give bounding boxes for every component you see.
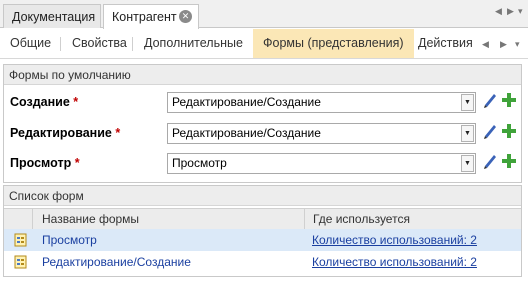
view-form-value: Просмотр [172,156,227,170]
create-form-select[interactable]: Редактирование/Создание ▼ [167,92,476,113]
table-row[interactable]: Редактирование/Создание Количество испол… [4,251,521,273]
tab-divider [60,37,61,51]
pencil-icon[interactable] [482,122,498,140]
table-row[interactable]: Просмотр Количество использований: 2 [4,229,521,251]
tab-list-icon[interactable]: ▾ [518,6,523,17]
usage-count-link[interactable]: Количество использований: 2 [312,251,477,273]
edit-form-select[interactable]: Редактирование/Создание ▼ [167,123,476,144]
scroll-left-icon[interactable]: ◀ [482,39,489,50]
view-label-text: Просмотр [10,156,72,170]
form-document-icon [14,233,27,247]
plus-icon[interactable] [501,123,517,139]
tab-counterparty-label: Контрагент [112,10,177,24]
edit-form-value: Редактирование/Создание [172,126,321,140]
tab-documentation-label: Документация [12,10,96,24]
plus-icon[interactable] [501,153,517,169]
chevron-down-icon[interactable]: ▼ [461,125,474,142]
view-form-select[interactable]: Просмотр ▼ [167,153,476,174]
view-label: Просмотр * [10,156,80,170]
required-mark: * [115,126,121,140]
edit-label: Редактирование * [10,126,120,140]
create-label-text: Создание [10,95,70,109]
table-header: Название формы Где используется [4,208,521,230]
scroll-right-icon[interactable]: ▶ [507,6,514,17]
pencil-icon[interactable] [482,91,498,109]
create-label: Создание * [10,95,78,109]
close-icon[interactable]: ✕ [179,10,192,23]
edit-label-text: Редактирование [10,126,112,140]
form-name-link[interactable]: Редактирование/Создание [42,251,191,273]
form-document-icon [14,255,27,269]
tab-counterparty[interactable]: Контрагент ✕ [103,4,199,29]
column-divider [32,209,33,230]
create-form-value: Редактирование/Создание [172,95,321,109]
tab-divider [132,37,133,51]
chevron-down-icon[interactable]: ▼ [461,94,474,111]
required-mark: * [74,156,80,170]
usage-count-link[interactable]: Количество использований: 2 [312,229,477,251]
plus-icon[interactable] [501,92,517,108]
document-tab-bar: Документация Контрагент ✕ ◀ ▶ ▾ [0,0,528,29]
chevron-down-icon[interactable]: ▼ [461,155,474,172]
scroll-left-icon[interactable]: ◀ [495,6,502,17]
scroll-right-icon[interactable]: ▶ [500,39,507,50]
required-mark: * [73,95,79,109]
tab-documentation[interactable]: Документация [3,4,101,28]
form-name-link[interactable]: Просмотр [42,229,97,251]
tab-properties[interactable]: Свойства [72,29,127,58]
section-tab-bar: Общие Свойства Дополнительные Формы (пре… [0,29,528,59]
tab-additional[interactable]: Дополнительные [144,29,243,58]
tab-general[interactable]: Общие [10,29,51,58]
column-header-usage[interactable]: Где используется [313,209,410,230]
group-title: Список форм [4,186,521,206]
tab-actions[interactable]: Действия [418,29,473,58]
column-divider [304,209,305,230]
pencil-icon[interactable] [482,152,498,170]
group-title: Формы по умолчанию [4,65,521,85]
tab-forms[interactable]: Формы (представления) [253,29,414,58]
tab-list-icon[interactable]: ▾ [515,39,520,50]
column-header-form-name[interactable]: Название формы [42,209,139,230]
